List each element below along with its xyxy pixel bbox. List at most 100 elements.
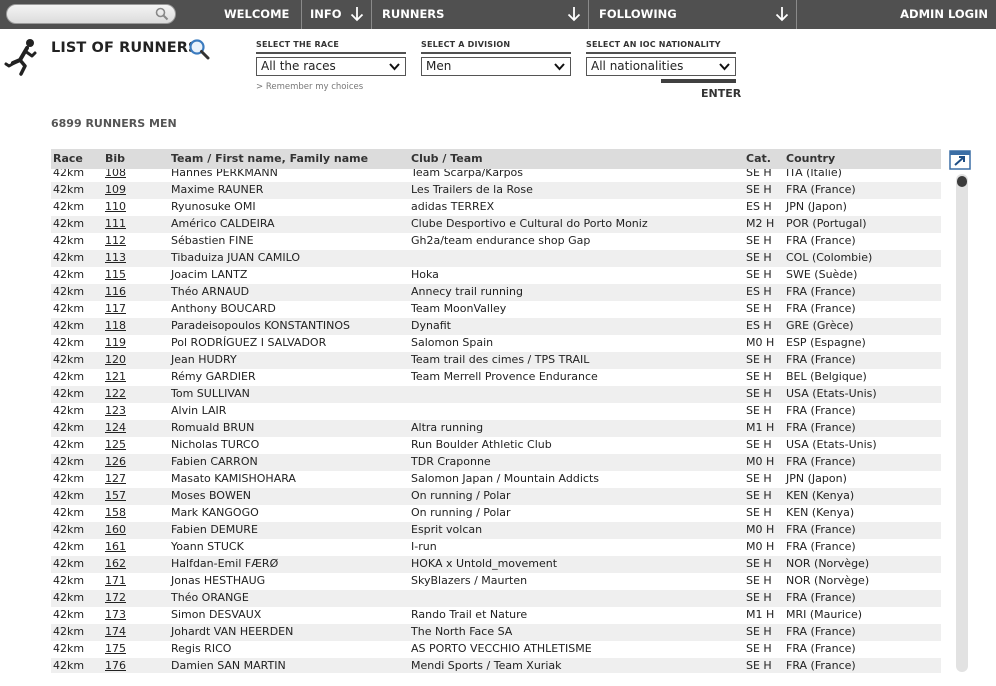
scrollbar-track[interactable] (956, 174, 968, 672)
search-icon[interactable] (155, 7, 169, 21)
bib-link[interactable]: 120 (105, 353, 126, 366)
scrollbar-thumb[interactable] (957, 176, 967, 187)
magnifier-icon[interactable] (188, 38, 210, 60)
cell-cat: M0 H (746, 455, 775, 468)
header-club[interactable]: Club / Team (411, 152, 483, 165)
bib-link[interactable]: 121 (105, 370, 126, 383)
bib-link[interactable]: 116 (105, 285, 126, 298)
bib-link[interactable]: 109 (105, 183, 126, 196)
cell-name: Mark KANGOGO (171, 506, 259, 519)
cell-race: 42km (53, 353, 85, 366)
table-row: 42km 172 Théo ORANGE SE H FRA (France) (51, 590, 941, 607)
cell-club: Annecy trail running (411, 285, 523, 298)
table-row: 42km 158 Mark KANGOGO On running / Polar SE … (51, 505, 941, 522)
bib-link[interactable]: 162 (105, 557, 126, 570)
nav-info[interactable]: INFO (302, 0, 372, 29)
search-box[interactable] (6, 4, 176, 24)
bib-link[interactable]: 117 (105, 302, 126, 315)
bib-link[interactable]: 174 (105, 625, 126, 638)
bib-link[interactable]: 125 (105, 438, 126, 451)
cell-name: Rémy GARDIER (171, 370, 256, 383)
header-race[interactable]: Race (53, 152, 83, 165)
cell-cat: SE H (746, 642, 772, 655)
bib-link[interactable]: 115 (105, 268, 126, 281)
bib-link[interactable]: 158 (105, 506, 126, 519)
bib-link[interactable]: 171 (105, 574, 126, 587)
cell-cat: SE H (746, 251, 772, 264)
cell-race: 42km (53, 591, 85, 604)
nav-following[interactable]: FOLLOWING (589, 0, 797, 29)
cell-club: TDR Craponne (411, 455, 491, 468)
bib-link[interactable]: 127 (105, 472, 126, 485)
bib-link[interactable]: 172 (105, 591, 126, 604)
bib-link[interactable]: 113 (105, 251, 126, 264)
cell-name: Halfdan-Emil FÆRØ (171, 557, 279, 570)
cell-name: Ryunosuke OMI (171, 200, 256, 213)
cell-club: Hoka (411, 268, 439, 281)
cell-country: KEN (Kenya) (786, 506, 855, 519)
cell-cat: ES H (746, 285, 772, 298)
cell-club: Team Merrell Provence Endurance (411, 370, 598, 383)
export-icon[interactable] (949, 150, 971, 170)
cell-cat: M1 H (746, 421, 775, 434)
bib-link[interactable]: 157 (105, 489, 126, 502)
table-body[interactable]: 42km 108 Hannes PERKMANN Team Scarpa/Karpos… (51, 169, 941, 673)
header-cat[interactable]: Cat. (746, 152, 771, 165)
nav-runners[interactable]: RUNNERS (372, 0, 589, 29)
bib-link[interactable]: 118 (105, 319, 126, 332)
division-select[interactable]: Men (421, 57, 571, 76)
bib-link[interactable]: 160 (105, 523, 126, 536)
bib-link[interactable]: 123 (105, 404, 126, 417)
cell-race: 42km (53, 438, 85, 451)
cell-club: adidas TERREX (411, 200, 495, 213)
cell-cat: M0 H (746, 336, 775, 349)
enter-button[interactable]: ENTER (701, 87, 741, 100)
remember-choices-link[interactable]: > Remember my choices (256, 82, 363, 92)
nav-welcome[interactable]: WELCOME (212, 0, 302, 29)
bib-link[interactable]: 173 (105, 608, 126, 621)
cell-country: NOR (Norvège) (786, 557, 870, 570)
cell-name: Paradeisopoulos KONSTANTINOS (171, 319, 351, 332)
header-name[interactable]: Team / First name, Family name (171, 152, 368, 165)
cell-cat: SE H (746, 234, 772, 247)
bib-link[interactable]: 161 (105, 540, 126, 553)
cell-country: FRA (France) (786, 523, 856, 536)
cell-club: SkyBlazers / Maurten (411, 574, 528, 587)
cell-race: 42km (53, 625, 85, 638)
nav-admin-login[interactable]: ADMIN LOGIN (797, 0, 996, 29)
cell-race: 42km (53, 659, 85, 672)
cell-cat: M2 H (746, 217, 775, 230)
race-select[interactable]: All the races (256, 57, 406, 76)
bib-link[interactable]: 112 (105, 234, 126, 247)
search-input[interactable] (15, 6, 155, 22)
cell-country: JPN (Japon) (786, 200, 847, 213)
bib-link[interactable]: 126 (105, 455, 126, 468)
nav-info-label: INFO (310, 7, 342, 21)
cell-race: 42km (53, 268, 85, 281)
bib-link[interactable]: 108 (105, 169, 126, 179)
cell-country: KEN (Kenya) (786, 489, 855, 502)
cell-race: 42km (53, 302, 85, 315)
cell-club: HOKA x Untold_movement (411, 557, 558, 570)
bib-link[interactable]: 175 (105, 642, 126, 655)
bib-link[interactable]: 111 (105, 217, 126, 230)
cell-cat: SE H (746, 591, 772, 604)
bib-link[interactable]: 110 (105, 200, 126, 213)
bib-link[interactable]: 119 (105, 336, 126, 349)
nationality-select[interactable]: All nationalities (586, 57, 736, 76)
header-country[interactable]: Country (786, 152, 835, 165)
cell-name: Nicholas TURCO (171, 438, 260, 451)
table-row: 42km 122 Tom SULLIVAN SE H USA (Etats-Unis) (51, 386, 941, 403)
chevron-down-icon (554, 63, 565, 71)
cell-name: Simon DESVAUX (171, 608, 262, 621)
cell-country: SWE (Suède) (786, 268, 858, 281)
bib-link[interactable]: 124 (105, 421, 126, 434)
cell-name: Jean HUDRY (171, 353, 237, 366)
table-row: 42km 115 Joacim LANTZ Hoka SE H SWE (Suède) (51, 267, 941, 284)
header-bib[interactable]: Bib (105, 152, 125, 165)
table-row: 42km 127 Masato KAMISHOHARA Salomon Japan /… (51, 471, 941, 488)
cell-cat: M0 H (746, 540, 775, 553)
bib-link[interactable]: 122 (105, 387, 126, 400)
bib-link[interactable]: 176 (105, 659, 126, 672)
cell-club: Les Trailers de la Rose (411, 183, 533, 196)
